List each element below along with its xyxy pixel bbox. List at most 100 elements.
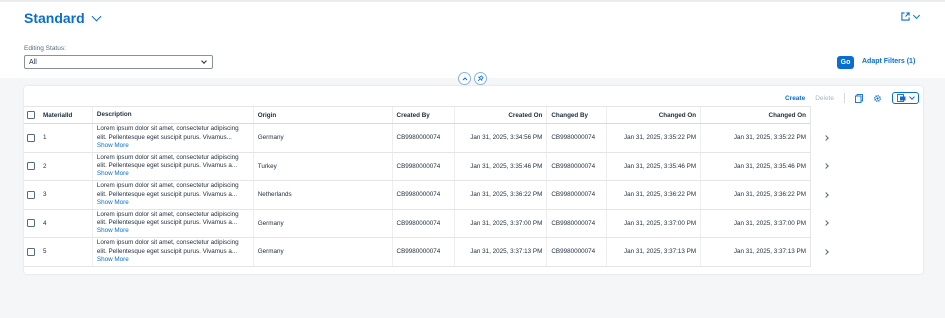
- created-by-cell: CB9980000074: [393, 181, 456, 209]
- description-text-block: Lorem ipsum dolor sit amet, consectetur …: [97, 125, 249, 150]
- chevron-right-icon[interactable]: [823, 248, 829, 255]
- table-row[interactable]: 4 Lorem ipsum dolor sit amet, consectetur…: [24, 209, 829, 238]
- changed-on-cell: Jan 31, 2025, 3:37:13 PM: [607, 238, 702, 266]
- column-header-description[interactable]: Description: [93, 107, 254, 123]
- created-by-cell: CB9980000074: [393, 152, 456, 180]
- row-checkbox[interactable]: [27, 190, 36, 199]
- column-header-created-on[interactable]: Created On: [455, 107, 548, 123]
- variant-selector[interactable]: Standard: [24, 10, 102, 26]
- row-select-cell: [24, 124, 39, 152]
- row-navigation[interactable]: [823, 210, 829, 238]
- description-tail: Vivamus a...: [202, 219, 238, 227]
- row-select-cell: [24, 181, 39, 209]
- chevron-right-icon[interactable]: [823, 191, 829, 198]
- description-text-block: Lorem ipsum dolor sit amet, consectetur …: [97, 154, 249, 179]
- gear-icon[interactable]: [873, 94, 882, 103]
- chevron-right-icon[interactable]: [823, 163, 829, 170]
- top-divider: [0, 0, 945, 2]
- changed-by-cell: CB9980000074: [547, 124, 608, 152]
- show-more-link[interactable]: Show More: [97, 142, 129, 149]
- adapt-filters-button[interactable]: Adapt Filters (1): [862, 58, 915, 65]
- materialid-cell: 4: [39, 209, 93, 237]
- share-icon[interactable]: [901, 12, 910, 21]
- row-navigation[interactable]: [823, 124, 829, 152]
- created-on-cell: Jan 31, 2025, 3:37:00 PM: [455, 209, 548, 237]
- share-menu-button[interactable]: [901, 11, 921, 21]
- description-cell: Lorem ipsum dolor sit amet, consectetur …: [93, 124, 254, 152]
- column-header-materialid[interactable]: MaterialId: [39, 107, 93, 123]
- changed-by-cell: CB9980000074: [547, 152, 608, 180]
- go-button[interactable]: Go: [837, 56, 854, 69]
- show-more-link[interactable]: Show More: [97, 256, 129, 263]
- table-toolbar: Create Delete: [785, 92, 919, 104]
- description-cell: Lorem ipsum dolor sit amet, consectetur …: [93, 209, 254, 237]
- chevron-down-icon[interactable]: [912, 11, 921, 19]
- settings-button[interactable]: [873, 94, 882, 103]
- origin-cell: Germany: [254, 238, 393, 266]
- column-header-origin[interactable]: Origin: [254, 107, 393, 123]
- dynamic-page-header: Standard Editing Status: All Go Adapt Fi…: [0, 0, 945, 78]
- chevron-down-icon[interactable]: [909, 94, 915, 100]
- header-toggle-group: [458, 72, 487, 85]
- created-on-cell: Jan 31, 2025, 3:37:13 PM: [455, 238, 548, 266]
- copy-icon[interactable]: [855, 93, 863, 103]
- show-more-link[interactable]: Show More: [97, 199, 129, 206]
- collapse-header-button[interactable]: [458, 72, 471, 85]
- editing-status-value[interactable]: All: [29, 59, 37, 66]
- origin-cell: Germany: [254, 209, 393, 237]
- table-row[interactable]: 2 Lorem ipsum dolor sit amet, consectetur…: [24, 152, 829, 181]
- editing-status-select[interactable]: All: [24, 55, 213, 69]
- created-on-cell: Jan 31, 2025, 3:35:46 PM: [455, 152, 548, 180]
- origin-cell: Netherlands: [254, 181, 393, 209]
- row-checkbox[interactable]: [27, 219, 36, 228]
- changed-on-cell: Jan 31, 2025, 3:36:22 PM: [607, 181, 702, 209]
- chevron-right-icon[interactable]: [823, 134, 829, 141]
- description-tail: Vivamus...: [202, 133, 232, 141]
- table-header-row: MaterialId Description Origin Created By…: [24, 106, 810, 124]
- pin-icon[interactable]: [477, 75, 484, 82]
- row-select-cell: [24, 238, 39, 266]
- chevron-right-icon[interactable]: [823, 220, 829, 227]
- copy-button[interactable]: [855, 93, 863, 103]
- description-cell: Lorem ipsum dolor sit amet, consectetur …: [93, 181, 254, 209]
- table-row[interactable]: 3 Lorem ipsum dolor sit amet, consectetur…: [24, 181, 829, 210]
- changed-on-2-cell: Jan 31, 2025, 3:37:13 PM: [733, 248, 806, 256]
- column-header-created-by[interactable]: Created By: [393, 107, 456, 123]
- create-button[interactable]: Create: [785, 95, 805, 102]
- created-on-cell: Jan 31, 2025, 3:36:22 PM: [455, 181, 548, 209]
- select-all-checkbox[interactable]: [27, 111, 36, 119]
- materialid-cell: 1: [39, 124, 93, 152]
- pin-header-button[interactable]: [474, 72, 487, 85]
- description-text-block: Lorem ipsum dolor sit amet, consectetur …: [97, 182, 249, 207]
- row-checkbox[interactable]: [27, 133, 36, 142]
- select-all-cell: [24, 107, 39, 123]
- description-tail: Vivamus a...: [202, 247, 238, 255]
- chevron-up-icon[interactable]: [462, 76, 468, 82]
- row-select-cell: [24, 153, 39, 181]
- changed-on-2-cell: Jan 31, 2025, 3:37:00 PM: [733, 219, 806, 227]
- delete-button[interactable]: Delete: [815, 95, 834, 102]
- row-navigation[interactable]: [823, 181, 829, 209]
- row-navigation[interactable]: [823, 238, 829, 266]
- show-more-link[interactable]: Show More: [97, 227, 129, 234]
- materialid-cell: 3: [39, 181, 93, 209]
- row-navigation[interactable]: [823, 153, 829, 181]
- table-row[interactable]: 1 Lorem ipsum dolor sit amet, consectetur…: [24, 124, 829, 153]
- row-checkbox[interactable]: [27, 162, 36, 171]
- table-row[interactable]: 5 Lorem ipsum dolor sit amet, consectetur…: [24, 238, 829, 267]
- row-checkbox[interactable]: [27, 247, 36, 256]
- column-header-changed-by[interactable]: Changed By: [547, 107, 608, 123]
- page-title[interactable]: Standard: [24, 10, 85, 26]
- column-header-changed-on[interactable]: Changed On: [607, 107, 702, 123]
- description-tail: Vivamus a...: [202, 190, 238, 198]
- chevron-down-icon[interactable]: [201, 58, 207, 64]
- description-text-block: Lorem ipsum dolor sit amet, consectetur …: [97, 211, 249, 236]
- created-by-cell: CB9980000074: [393, 124, 456, 152]
- export-menu-button[interactable]: [892, 92, 919, 104]
- show-more-link[interactable]: Show More: [97, 170, 129, 177]
- description-cell: Lorem ipsum dolor sit amet, consectetur …: [93, 152, 254, 180]
- export-icon[interactable]: [897, 94, 906, 102]
- chevron-down-icon[interactable]: [91, 11, 102, 22]
- column-header-changed-on-2[interactable]: Changed On: [701, 107, 810, 123]
- toolbar-separator: [844, 93, 845, 103]
